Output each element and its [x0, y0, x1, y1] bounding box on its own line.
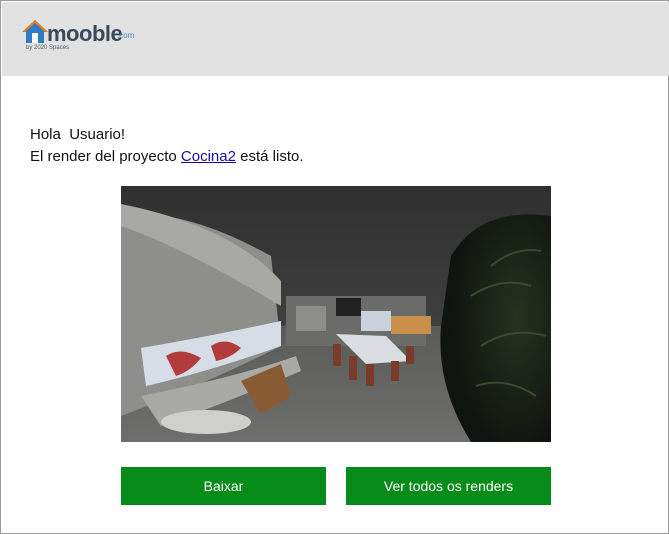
logo-tld: .com	[117, 31, 135, 40]
greeting-line: Hola Usuario!	[30, 124, 304, 146]
render-ready-prefix: El render del proyecto	[30, 148, 177, 165]
render-preview-image[interactable]	[121, 186, 551, 442]
project-link[interactable]: Cocina2	[181, 148, 236, 165]
email-header: mooble .com by 2020 Spaces	[2, 2, 669, 76]
house-icon	[22, 20, 48, 43]
mooble-logo[interactable]: mooble .com by 2020 Spaces	[21, 19, 161, 55]
message-body: Hola Usuario! El render del proyecto Coc…	[30, 124, 304, 168]
logo-wordmark: mooble	[47, 21, 123, 46]
logo-tagline: by 2020 Spaces	[26, 45, 70, 51]
user-name: Usuario!	[69, 126, 126, 143]
download-button[interactable]: Baixar	[121, 467, 326, 505]
panorama-render-icon	[121, 186, 551, 442]
view-all-renders-button[interactable]: Ver todos os renders	[346, 467, 551, 505]
render-ready-line: El render del proyecto Cocina2 está list…	[30, 146, 304, 168]
email-frame: mooble .com by 2020 Spaces Hola Usuario!…	[0, 0, 669, 534]
greeting-prefix: Hola	[30, 126, 61, 143]
render-ready-suffix: está listo.	[240, 148, 304, 165]
